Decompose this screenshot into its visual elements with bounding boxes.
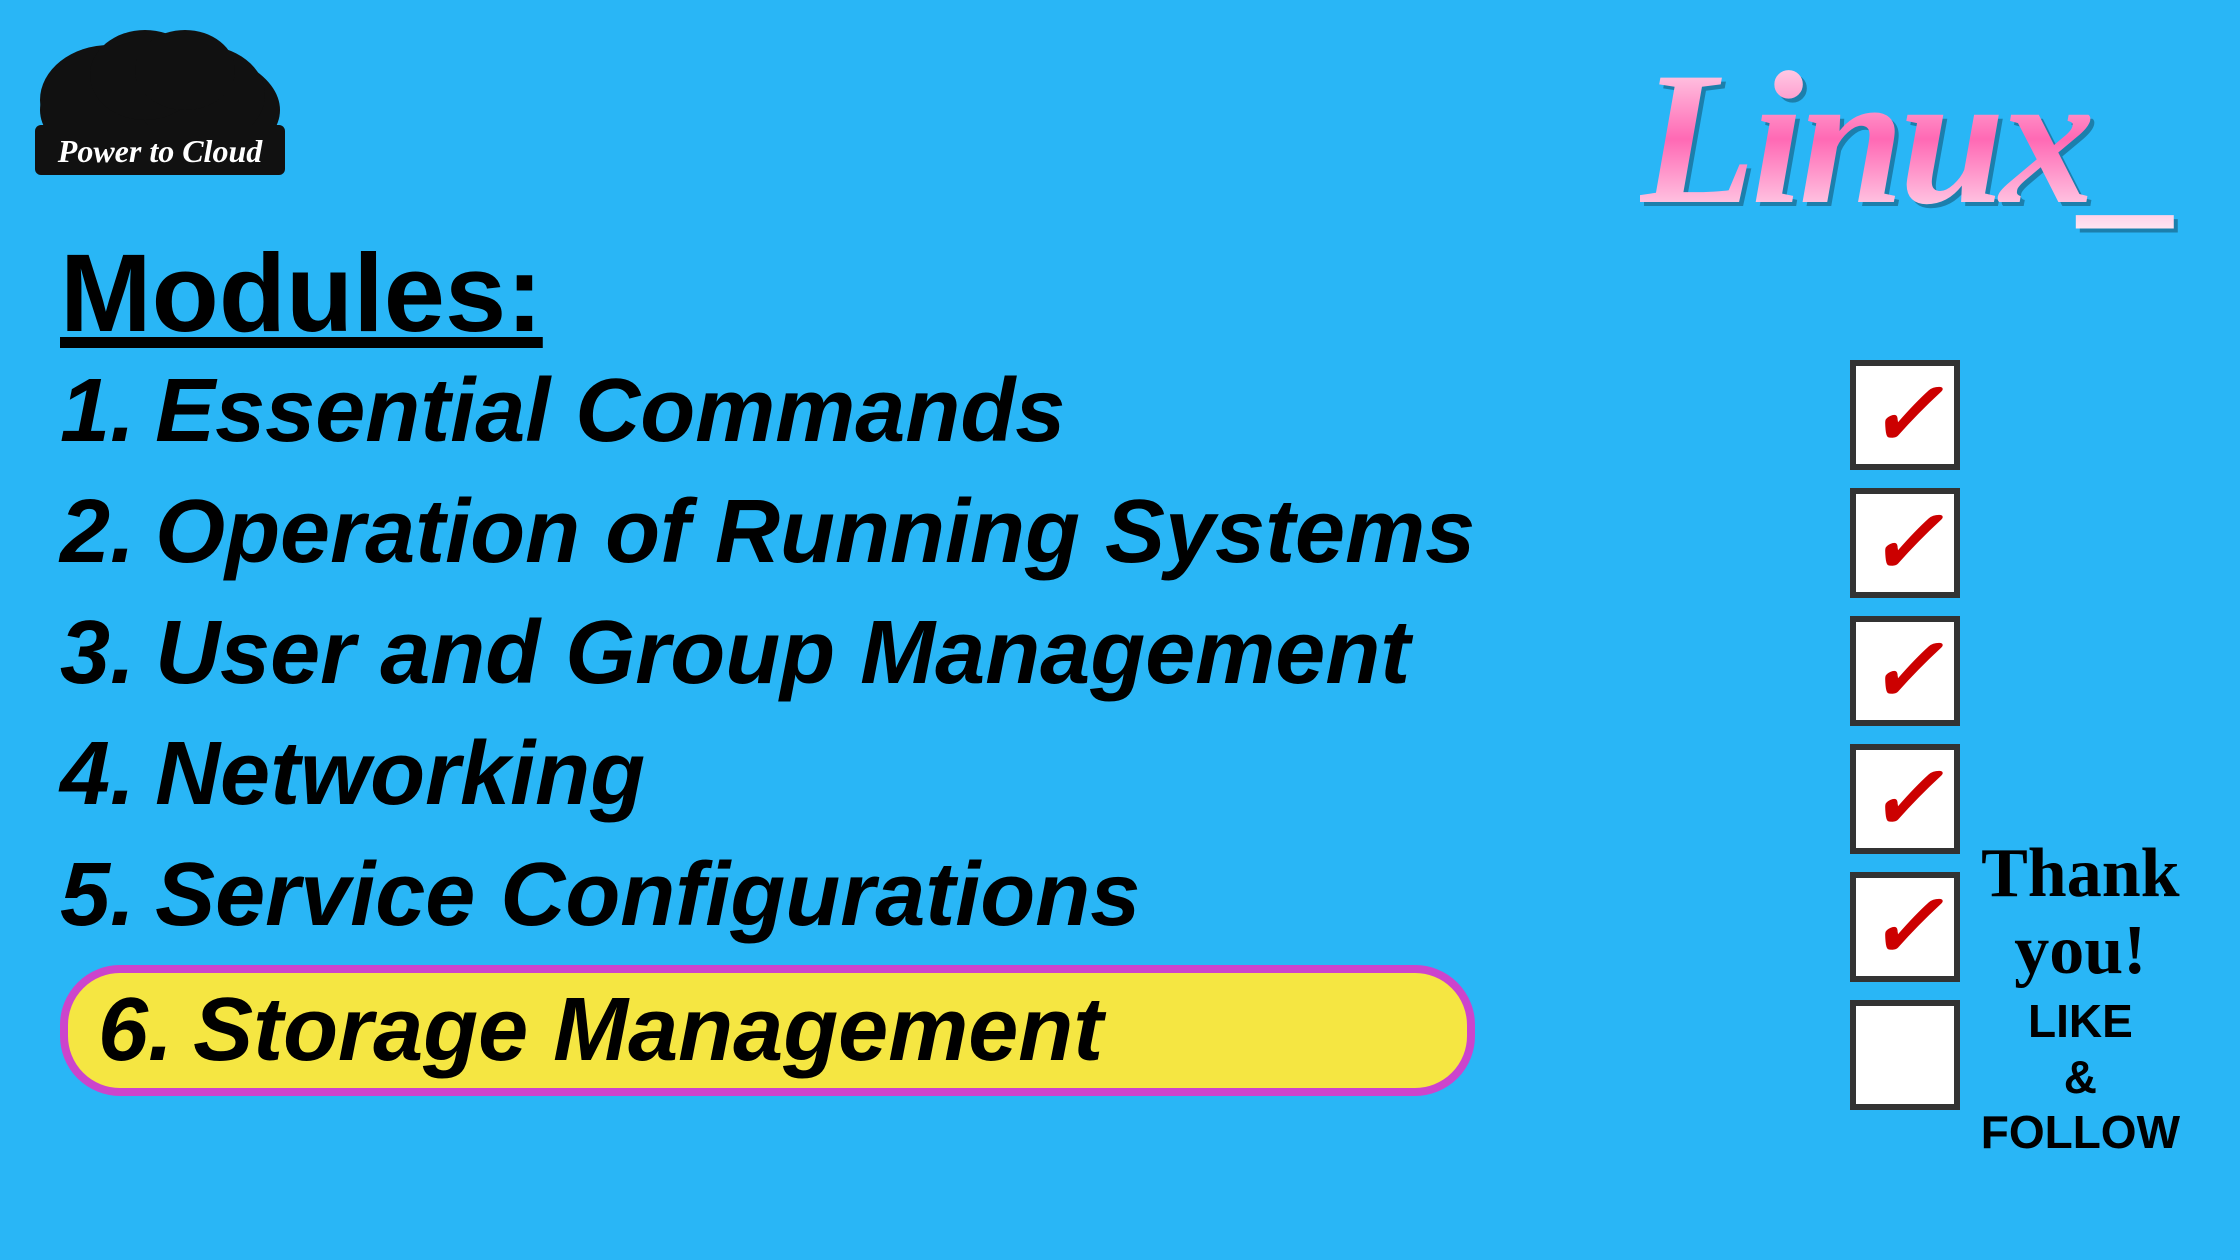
thank-you-section: Thankyou! LIKE&FOLLOW	[1981, 835, 2180, 1160]
checkbox-2[interactable]	[1850, 488, 1960, 598]
cloud-icon: Power to Cloud	[30, 20, 250, 150]
modules-heading: Modules:	[60, 230, 543, 357]
list-item: 2. Operation of Running Systems	[60, 481, 1475, 584]
list-number: 4.	[60, 723, 135, 826]
list-item: 3. User and Group Management	[60, 602, 1475, 705]
checkbox-list	[1850, 360, 1960, 1110]
checkbox-3[interactable]	[1850, 616, 1960, 726]
thank-you-text: Thankyou!	[1981, 835, 2180, 989]
list-number: 6.	[98, 979, 173, 1082]
checkbox-6[interactable]	[1850, 1000, 1960, 1110]
checkbox-1[interactable]	[1850, 360, 1960, 470]
list-label: Storage Management	[193, 979, 1103, 1082]
list-number: 1.	[60, 360, 135, 463]
like-follow-text: LIKE&FOLLOW	[1981, 994, 2180, 1160]
list-label: User and Group Management	[155, 602, 1410, 705]
linux-title: Linux_	[1640, 30, 2180, 248]
list-label: Operation of Running Systems	[155, 481, 1475, 584]
logo-container: Power to Cloud	[30, 20, 250, 150]
svg-text:Power to Cloud: Power to Cloud	[57, 133, 263, 169]
list-item-highlighted: 6. Storage Management	[60, 965, 1475, 1096]
checkbox-5[interactable]	[1850, 872, 1960, 982]
list-item: 5. Service Configurations	[60, 844, 1475, 947]
list-item: 4. Networking	[60, 723, 1475, 826]
list-number: 2.	[60, 481, 135, 584]
list-label: Essential Commands	[155, 360, 1065, 463]
list-number: 3.	[60, 602, 135, 705]
list-number: 5.	[60, 844, 135, 947]
list-label: Networking	[155, 723, 645, 826]
checkbox-4[interactable]	[1850, 744, 1960, 854]
list-item: 1. Essential Commands	[60, 360, 1475, 463]
list-label: Service Configurations	[155, 844, 1140, 947]
module-list: 1. Essential Commands 2. Operation of Ru…	[60, 360, 1475, 1114]
